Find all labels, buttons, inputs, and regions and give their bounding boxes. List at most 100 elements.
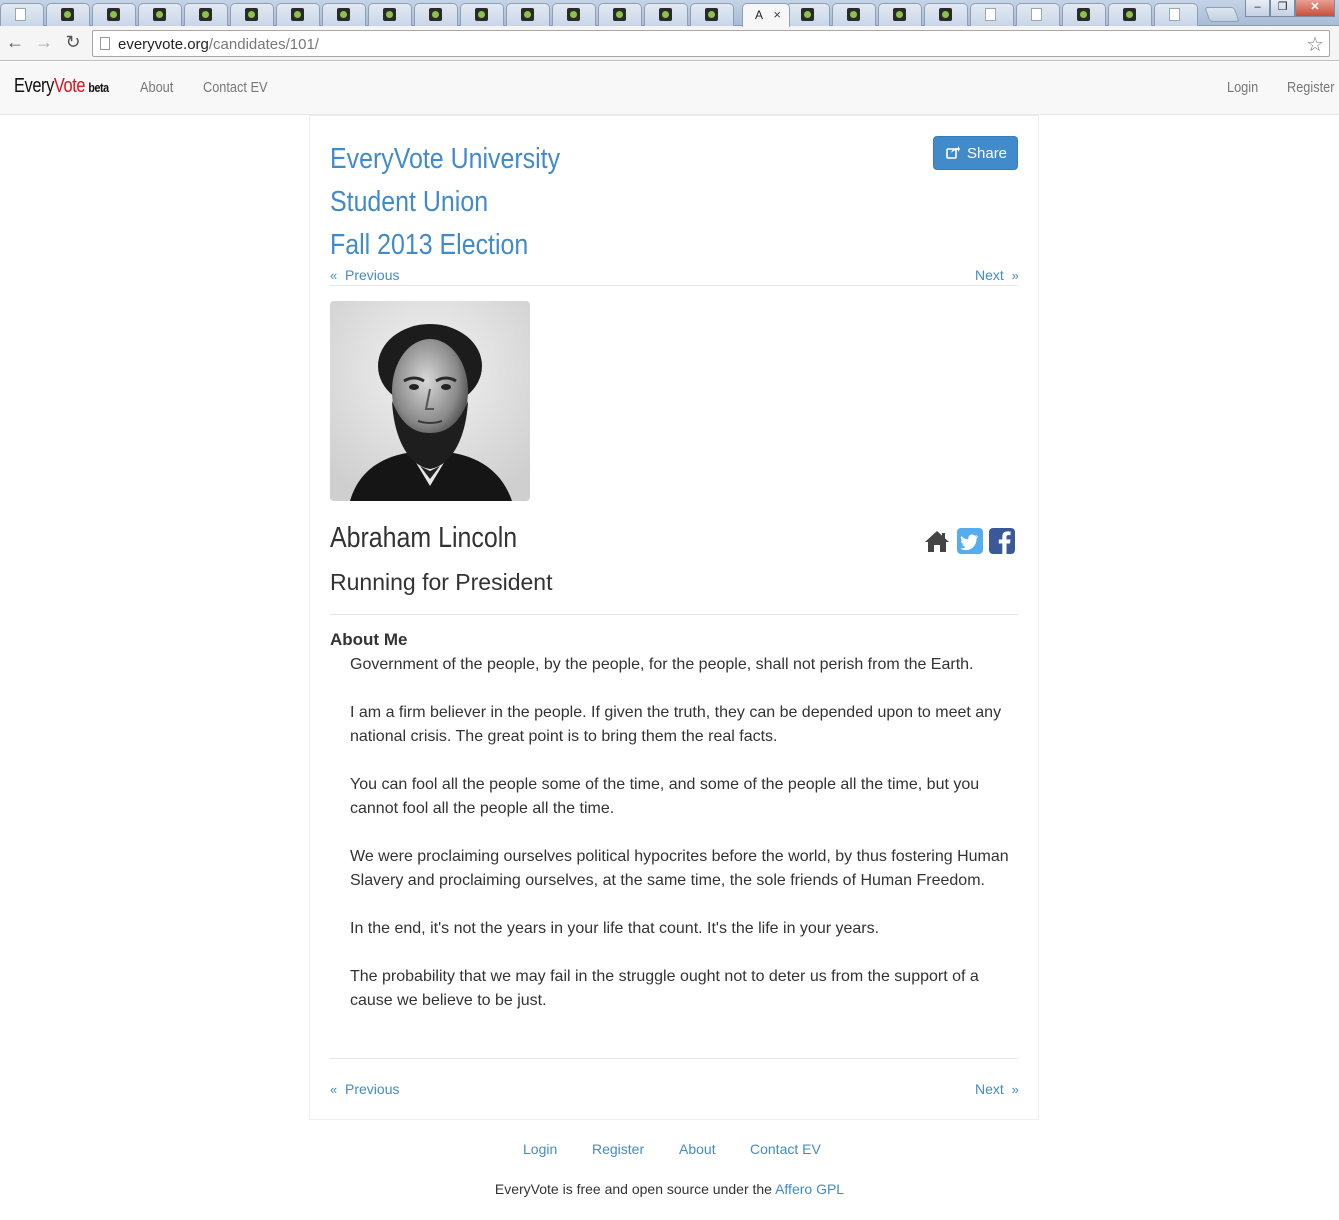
footer-license-note: EveryVote is free and open source under … xyxy=(494,1181,845,1197)
bookmark-star-icon[interactable]: ☆ xyxy=(1306,32,1324,57)
browser-tab[interactable] xyxy=(506,3,550,26)
browser-tab[interactable] xyxy=(368,3,412,26)
browser-tab[interactable] xyxy=(1154,3,1198,26)
twitter-icon[interactable] xyxy=(957,528,983,554)
brand-logo[interactable]: EveryVote beta xyxy=(14,75,109,98)
site-favicon-icon xyxy=(199,8,212,21)
window-controls: – ❐ ✕ xyxy=(1245,0,1335,18)
site-favicon-icon xyxy=(1077,8,1090,21)
bio-paragraph: I am a firm believer in the people. If g… xyxy=(350,704,1002,745)
browser-tab[interactable] xyxy=(184,3,228,26)
site-favicon-icon xyxy=(705,8,718,21)
site-favicon-icon xyxy=(893,8,906,21)
share-button[interactable]: Share xyxy=(933,136,1018,170)
browser-tab[interactable] xyxy=(970,3,1014,26)
browser-tab[interactable] xyxy=(1062,3,1106,26)
site-navbar: EveryVote beta About Contact EV Login Reg… xyxy=(0,62,1339,115)
close-window-button[interactable]: ✕ xyxy=(1295,0,1335,17)
site-favicon-icon xyxy=(659,8,672,21)
site-favicon-icon xyxy=(521,8,534,21)
bio-paragraph: The probability that we may fail in the … xyxy=(350,968,979,1009)
new-tab-button[interactable] xyxy=(1204,7,1240,22)
site-favicon-icon xyxy=(475,8,488,21)
browser-tab[interactable] xyxy=(644,3,688,26)
footer-login-link[interactable]: Login xyxy=(523,1141,557,1157)
election-title[interactable]: EveryVote University Student Union Fall … xyxy=(330,138,560,267)
footer-about-link[interactable]: About xyxy=(679,1141,716,1157)
browser-tab[interactable] xyxy=(832,3,876,26)
divider xyxy=(330,285,1018,286)
browser-tab[interactable] xyxy=(924,3,968,26)
election-body[interactable]: Student Union xyxy=(330,181,560,224)
browser-tab[interactable] xyxy=(786,3,830,26)
page-icon xyxy=(1031,8,1042,21)
next-link-bottom[interactable]: Next » xyxy=(975,1081,1019,1097)
candidate-office: Running for President xyxy=(330,569,553,595)
facebook-icon[interactable] xyxy=(989,528,1015,554)
browser-tab[interactable] xyxy=(690,3,734,26)
browser-tab[interactable] xyxy=(0,3,44,26)
browser-tab[interactable] xyxy=(598,3,642,26)
reload-icon[interactable]: ↻ xyxy=(62,32,84,53)
site-favicon-icon xyxy=(291,8,304,21)
chevron-double-left-icon: « xyxy=(330,268,338,283)
page-icon xyxy=(1169,8,1180,21)
address-bar[interactable]: everyvote.org/candidates/101/ ☆ xyxy=(92,30,1330,57)
browser-tab[interactable] xyxy=(46,3,90,26)
footer-contact-link[interactable]: Contact EV xyxy=(750,1141,821,1157)
browser-tab[interactable] xyxy=(276,3,320,26)
divider xyxy=(330,614,1018,615)
affero-gpl-link[interactable]: Affero GPL xyxy=(775,1181,844,1197)
election-name[interactable]: Fall 2013 Election xyxy=(330,224,560,267)
browser-tab[interactable] xyxy=(878,3,922,26)
site-favicon-icon xyxy=(383,8,396,21)
bio-paragraph: You can fool all the people some of the … xyxy=(350,776,980,817)
previous-link-bottom[interactable]: « Previous xyxy=(330,1081,399,1097)
restore-button[interactable]: ❐ xyxy=(1270,0,1295,17)
footer-register-link[interactable]: Register xyxy=(592,1141,644,1157)
close-tab-icon[interactable]: × xyxy=(773,7,781,22)
site-favicon-icon xyxy=(801,8,814,21)
bio-paragraph: Government of the people, by the people,… xyxy=(350,656,974,673)
browser-tab[interactable] xyxy=(92,3,136,26)
site-favicon-icon xyxy=(847,8,860,21)
chevron-double-right-icon: » xyxy=(1011,268,1019,283)
site-favicon-icon xyxy=(107,8,120,21)
nav-about-link[interactable]: About xyxy=(140,79,173,96)
browser-tab[interactable] xyxy=(552,3,596,26)
browser-tab[interactable] xyxy=(138,3,182,26)
previous-link-top[interactable]: « Previous xyxy=(330,267,399,283)
forward-arrow-icon[interactable]: → xyxy=(33,32,55,53)
browser-tab[interactable] xyxy=(460,3,504,26)
browser-tab-active[interactable]: A × xyxy=(742,3,790,27)
browser-tab[interactable] xyxy=(1016,3,1060,26)
browser-tab[interactable] xyxy=(322,3,366,26)
nav-register-link[interactable]: Register xyxy=(1287,79,1334,96)
candidate-portrait xyxy=(330,301,530,501)
chevron-double-right-icon: » xyxy=(1011,1082,1019,1097)
site-favicon-icon xyxy=(429,8,442,21)
minimize-button[interactable]: – xyxy=(1245,0,1270,17)
home-icon[interactable] xyxy=(924,528,950,554)
site-favicon-icon xyxy=(153,8,166,21)
page-icon xyxy=(100,37,110,50)
nav-login-link[interactable]: Login xyxy=(1227,79,1258,96)
nav-contact-link[interactable]: Contact EV xyxy=(203,79,267,96)
browser-tab[interactable] xyxy=(1108,3,1152,26)
browser-tab[interactable] xyxy=(414,3,458,26)
election-organization[interactable]: EveryVote University xyxy=(330,138,560,181)
browser-tab-strip: A × – ❐ ✕ xyxy=(0,0,1339,27)
back-arrow-icon[interactable]: ← xyxy=(4,32,26,53)
bio-paragraph: In the end, it's not the years in your l… xyxy=(350,920,880,937)
chevron-double-left-icon: « xyxy=(330,1082,338,1097)
bio-paragraph: We were proclaiming ourselves political … xyxy=(350,848,1009,889)
site-favicon-icon xyxy=(939,8,952,21)
candidate-bio: Government of the people, by the people,… xyxy=(350,653,1010,1037)
active-tab-title: A xyxy=(755,8,764,22)
page-icon xyxy=(15,8,26,21)
site-favicon-icon xyxy=(567,8,580,21)
next-link-top[interactable]: Next » xyxy=(975,267,1019,283)
site-favicon-icon xyxy=(245,8,258,21)
url-text[interactable]: everyvote.org/candidates/101/ xyxy=(118,36,319,53)
browser-tab[interactable] xyxy=(230,3,274,26)
